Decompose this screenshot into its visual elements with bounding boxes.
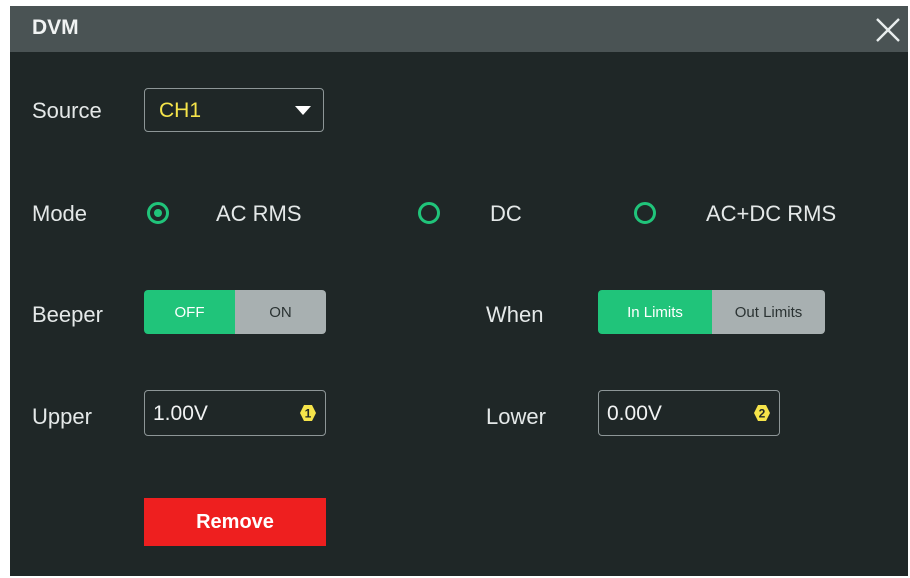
close-icon[interactable] [872,14,904,46]
knob-1-icon: 1 [300,405,316,421]
when-label: When [486,302,544,327]
radio-ac-dc-rms[interactable] [634,202,656,224]
upper-value: 1.00V [153,402,208,425]
lower-input[interactable]: 0.00V 2 [598,390,780,436]
beeper-on-option[interactable]: ON [235,290,326,334]
radio-label-dc[interactable]: DC [490,201,522,227]
source-label: Source [32,98,102,123]
beeper-off-option[interactable]: OFF [144,290,235,334]
knob-2-number: 2 [759,407,766,421]
chevron-down-icon [295,106,311,115]
radio-selected-dot [154,209,162,217]
dvm-dialog: DVM Source CH1 Mode AC RMS DC AC+DC RMS … [10,6,908,576]
mode-label: Mode [32,201,88,226]
when-in-limits-option[interactable]: In Limits [598,290,712,334]
upper-label: Upper [32,404,92,429]
radio-label-ac-rms[interactable]: AC RMS [216,201,302,227]
lower-value: 0.00V [607,402,662,425]
beeper-toggle: OFF ON [144,290,326,334]
upper-input[interactable]: 1.00V 1 [144,390,326,436]
dialog-title: DVM [32,16,79,39]
lower-label: Lower [486,404,546,429]
remove-button[interactable]: Remove [144,498,326,546]
when-out-limits-option[interactable]: Out Limits [712,290,825,334]
radio-ac-rms[interactable] [147,202,169,224]
radio-label-ac-dc-rms[interactable]: AC+DC RMS [706,201,836,227]
knob-2-icon: 2 [754,405,770,421]
source-select[interactable]: CH1 [144,88,324,132]
knob-1-number: 1 [305,407,312,421]
beeper-label: Beeper [32,302,103,327]
radio-dc[interactable] [418,202,440,224]
title-bar: DVM [10,6,908,52]
source-value: CH1 [159,99,202,122]
when-toggle: In Limits Out Limits [598,290,825,334]
